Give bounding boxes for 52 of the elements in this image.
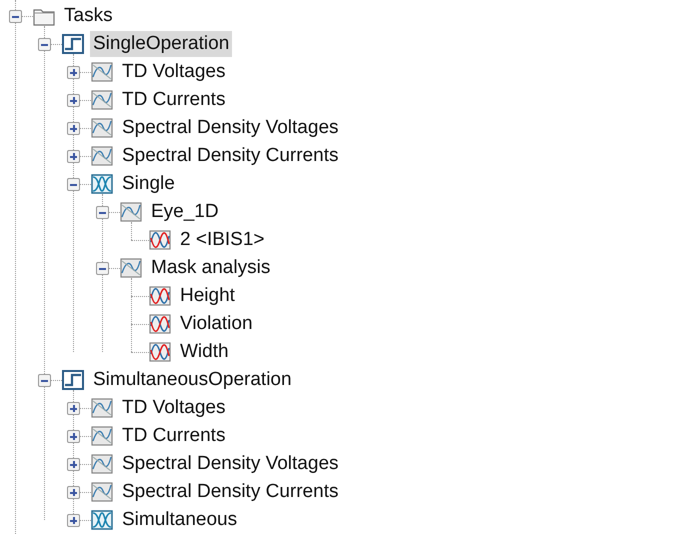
tree-item-label[interactable]: Simultaneous: [119, 507, 240, 533]
tree-item-label[interactable]: Spectral Density Voltages: [119, 115, 342, 141]
tree-item-label[interactable]: Mask analysis: [148, 255, 274, 281]
eye-diagram-icon: [91, 510, 113, 530]
expand-toggle[interactable]: [67, 150, 80, 162]
tree-item-label[interactable]: Violation: [177, 311, 256, 337]
step-icon: [62, 34, 84, 54]
expand-toggle[interactable]: [67, 94, 80, 106]
waveform-icon: [149, 342, 171, 362]
expand-toggle[interactable]: [67, 486, 80, 498]
tree-item-label[interactable]: 2 <IBIS1>: [177, 227, 268, 253]
tree-item-label[interactable]: TD Currents: [119, 87, 228, 113]
tree-item-label[interactable]: SingleOperation: [90, 31, 232, 57]
tree-item-label[interactable]: Spectral Density Currents: [119, 143, 342, 169]
chart-icon: [91, 398, 113, 418]
tree-item-label[interactable]: Spectral Density Voltages: [119, 451, 342, 477]
expand-toggle[interactable]: [67, 430, 80, 442]
tree-item-label[interactable]: TD Voltages: [119, 395, 228, 421]
tree-item-label[interactable]: Height: [177, 283, 238, 309]
chart-icon: [91, 146, 113, 166]
eye-diagram-icon: [91, 174, 113, 194]
collapse-toggle[interactable]: [67, 178, 80, 190]
chart-icon: [91, 454, 113, 474]
expand-toggle[interactable]: [67, 458, 80, 470]
chart-icon: [91, 426, 113, 446]
chart-icon: [91, 62, 113, 82]
waveform-icon: [149, 314, 171, 334]
collapse-toggle[interactable]: [96, 262, 109, 274]
tree-item-label[interactable]: TD Currents: [119, 423, 228, 449]
collapse-toggle[interactable]: [96, 206, 109, 218]
chart-icon: [91, 90, 113, 110]
tree-item-label[interactable]: TD Voltages: [119, 59, 228, 85]
step-icon: [62, 370, 84, 390]
chart-icon: [91, 482, 113, 502]
tree-item-label[interactable]: Eye_1D: [148, 199, 222, 225]
collapse-toggle[interactable]: [38, 374, 51, 386]
waveform-icon: [149, 286, 171, 306]
collapse-toggle[interactable]: [38, 38, 51, 50]
expand-toggle[interactable]: [67, 402, 80, 414]
chart-icon: [91, 118, 113, 138]
waveform-icon: [149, 230, 171, 250]
chart-icon: [120, 202, 142, 222]
tree-item-label[interactable]: SimultaneousOperation: [90, 367, 295, 393]
tree-item-label[interactable]: Single: [119, 171, 178, 197]
tree-item-label[interactable]: Width: [177, 339, 232, 365]
expand-toggle[interactable]: [67, 66, 80, 78]
tree-item-label[interactable]: Tasks: [61, 3, 116, 29]
collapse-toggle[interactable]: [9, 10, 22, 22]
expand-toggle[interactable]: [67, 122, 80, 134]
tree-item-label[interactable]: Spectral Density Currents: [119, 479, 342, 505]
chart-icon: [120, 258, 142, 278]
expand-toggle[interactable]: [67, 514, 80, 526]
